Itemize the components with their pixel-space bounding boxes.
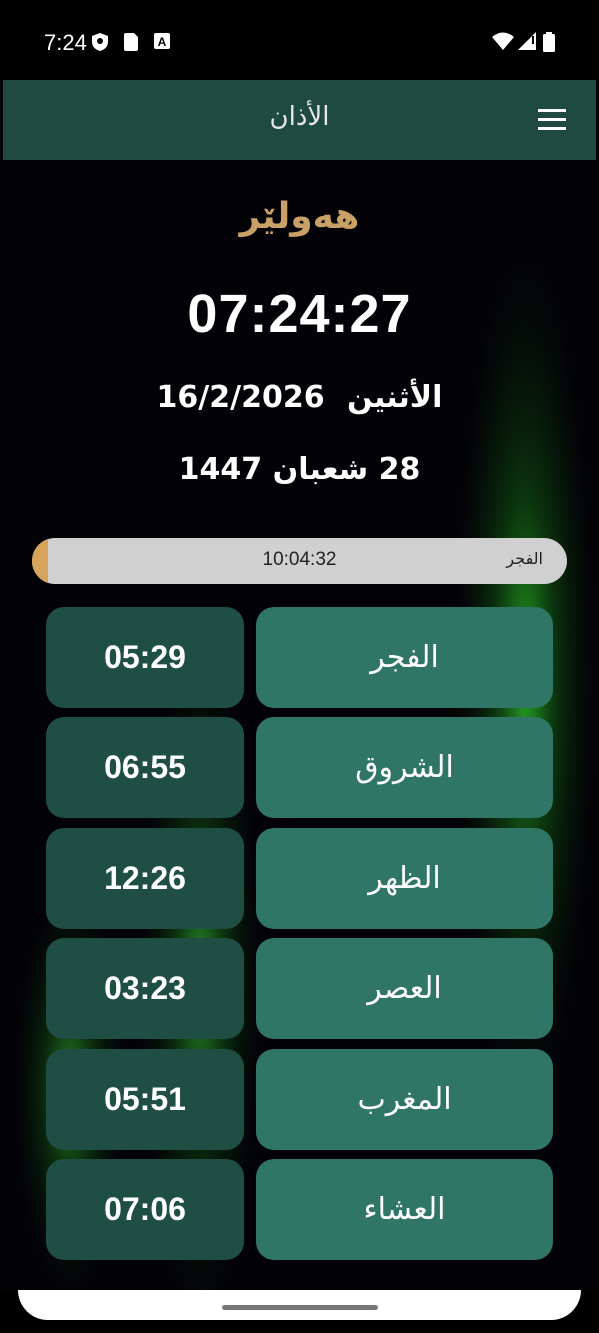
prayer-row: 05:51 المغرب <box>46 1048 553 1150</box>
next-prayer-progress: 10:04:32 الفجر <box>32 538 567 584</box>
prayer-time: 03:23 <box>46 938 244 1040</box>
prayer-row: 12:26 الظهر <box>46 827 553 929</box>
svg-text:A: A <box>158 35 167 49</box>
prayer-row: 05:29 الفجر <box>46 607 553 708</box>
prayer-name-button[interactable]: الظهر <box>256 827 553 929</box>
next-prayer-label: الفجر <box>506 549 543 568</box>
app-screen: 7:24 A الأذان هەولێر 07:24:27 الأثنين 16… <box>0 0 599 1333</box>
hijri-date: 28 شعبان 1447 <box>178 452 421 487</box>
gregorian-date-row: الأثنين 16/2/2026 <box>0 380 599 415</box>
app-title: الأذان <box>269 102 330 132</box>
gregorian-date: 16/2/2026 <box>156 380 325 415</box>
battery-icon <box>543 32 555 52</box>
prayer-time: 07:06 <box>46 1158 244 1260</box>
prayer-time: 05:51 <box>46 1048 244 1150</box>
prayer-row: 03:23 العصر <box>46 938 553 1040</box>
shield-icon <box>92 33 108 51</box>
status-time: 7:24 <box>44 30 87 55</box>
prayer-row: 06:55 الشروق <box>46 717 553 819</box>
prayer-time: 05:29 <box>46 607 244 708</box>
sim-card-icon <box>124 33 138 51</box>
prayer-time: 06:55 <box>46 717 244 819</box>
app-bar: الأذان <box>3 80 596 160</box>
keyboard-a-icon: A <box>154 33 170 49</box>
prayer-row: 07:06 العشاء <box>46 1158 553 1260</box>
prayer-time: 12:26 <box>46 827 244 929</box>
navigation-bar <box>0 1290 599 1333</box>
signal-icon <box>518 32 536 50</box>
prayer-name-button[interactable]: العشاء <box>256 1158 553 1260</box>
prayer-name-button[interactable]: المغرب <box>256 1048 553 1150</box>
prayer-name-button[interactable]: الشروق <box>256 717 553 819</box>
status-bar: 7:24 A <box>0 0 599 80</box>
prayer-name-button[interactable]: العصر <box>256 938 553 1040</box>
prayer-name-button[interactable]: الفجر <box>256 607 553 708</box>
wifi-icon <box>492 32 514 50</box>
hamburger-menu-icon[interactable] <box>538 107 568 133</box>
countdown-timer: 10:04:32 <box>262 549 337 570</box>
current-time: 07:24:27 <box>187 284 412 344</box>
home-gesture-handle[interactable] <box>222 1305 378 1310</box>
weekday: الأثنين <box>347 380 443 415</box>
city-name: هەولێر <box>239 196 360 237</box>
prayer-times-list: 05:29 الفجر 06:55 الشروق 12:26 الظهر 03:23 العص… <box>46 607 553 1269</box>
